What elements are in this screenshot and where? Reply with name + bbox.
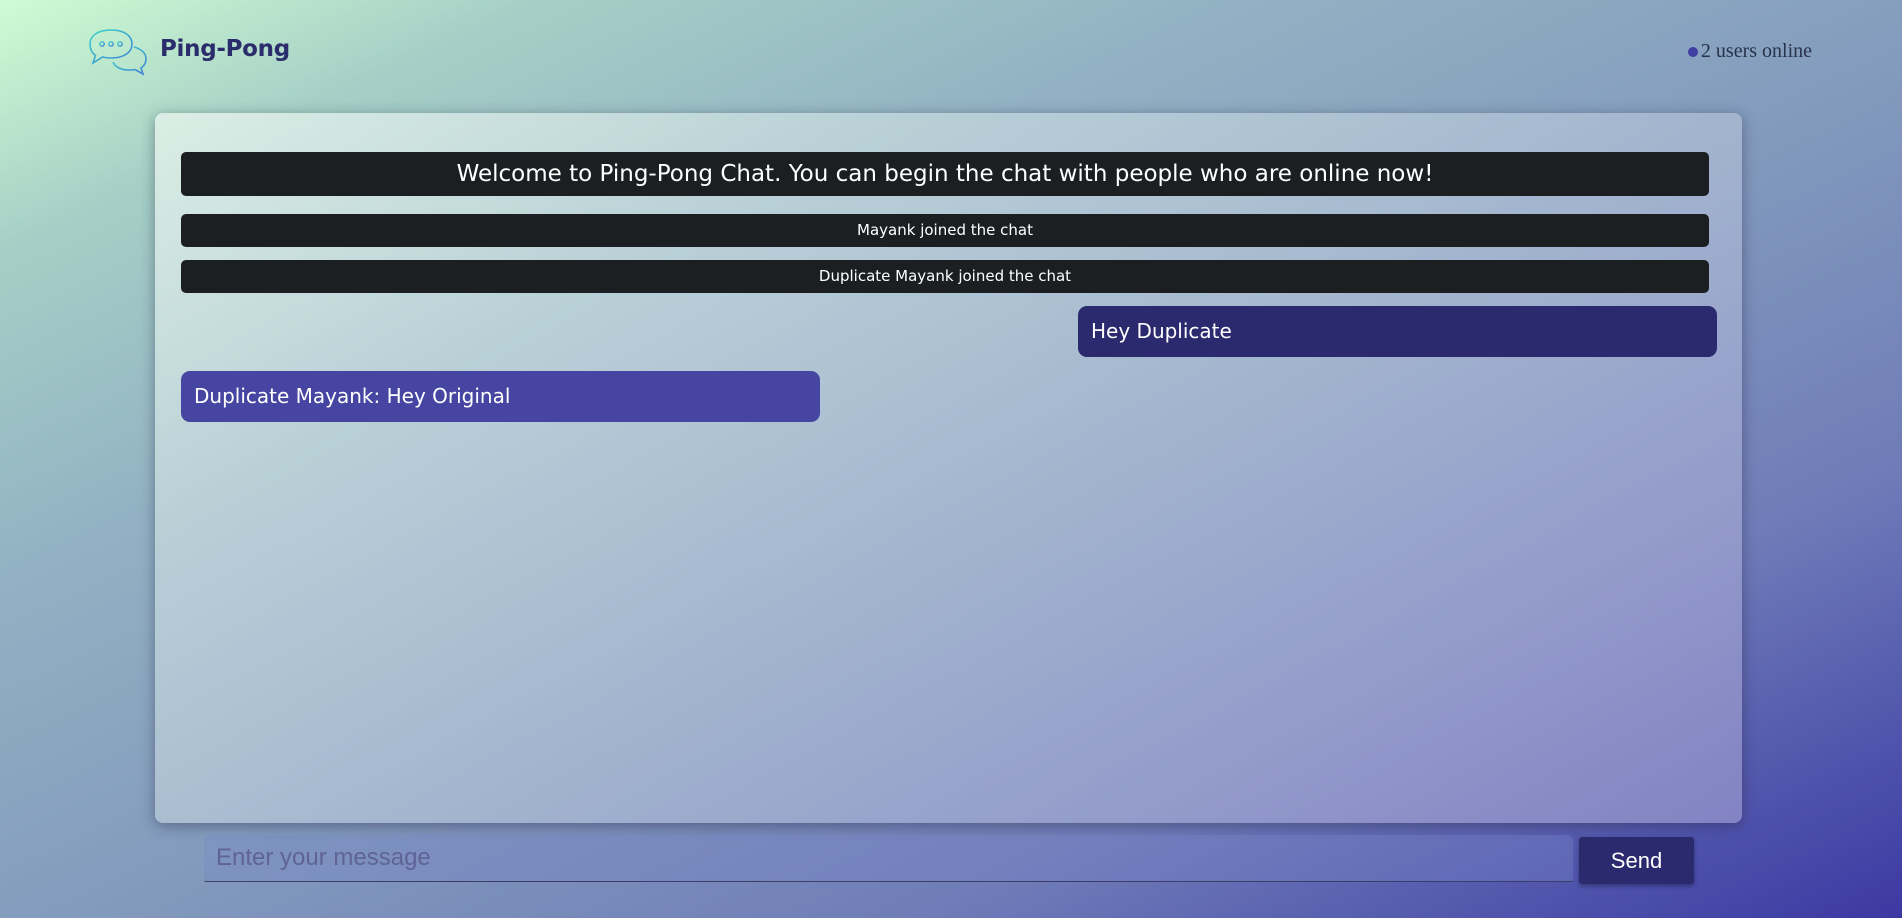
chat-bubbles-icon [89,29,147,76]
message-composer [204,835,1574,883]
online-dot-icon [1687,46,1698,57]
app-header: Ping-Pong 2 users online [0,0,1902,105]
outgoing-message-bubble: Hey Duplicate [1078,306,1717,357]
incoming-message-bubble: Duplicate Mayank: Hey Original [181,371,820,422]
online-users-status: 2 users online [1687,40,1812,63]
join-notice: Mayank joined the chat [181,214,1709,247]
send-button[interactable]: Send [1579,837,1694,884]
app-brand-name: Ping-Pong [160,36,290,62]
join-notice: Duplicate Mayank joined the chat [181,260,1709,293]
chat-panel[interactable]: Welcome to Ping-Pong Chat. You can begin… [155,113,1742,823]
message-input[interactable] [204,835,1573,882]
welcome-banner: Welcome to Ping-Pong Chat. You can begin… [181,152,1709,196]
online-users-label: 2 users online [1700,40,1812,62]
